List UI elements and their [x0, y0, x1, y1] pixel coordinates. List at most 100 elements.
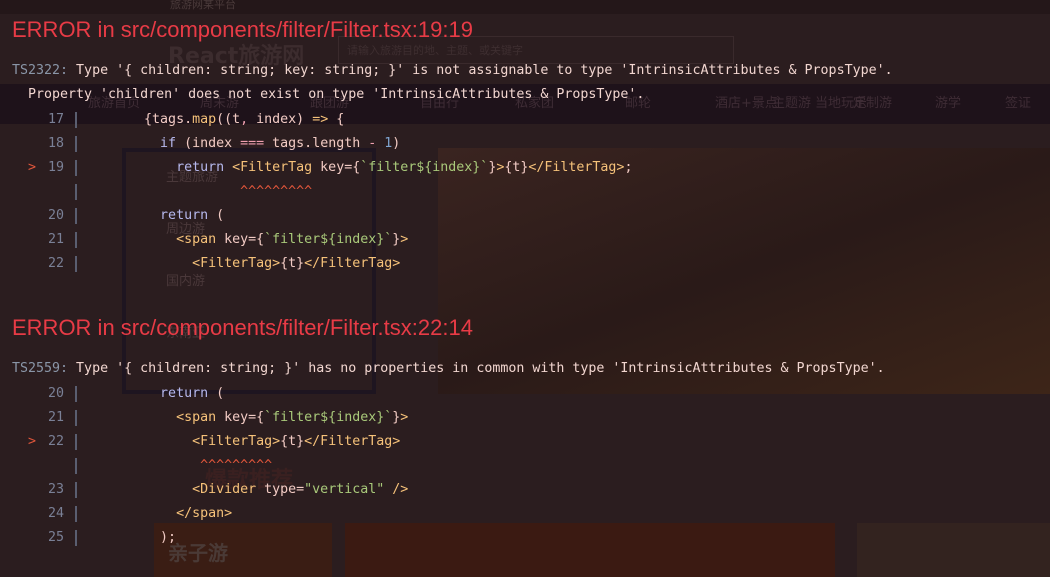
code-token: (	[208, 208, 225, 223]
line-number: 21	[47, 232, 64, 247]
code-text: if (index === tags.length - 1)	[80, 132, 400, 156]
code-text: <FilterTag>{t}</FilterTag>	[80, 252, 400, 276]
code-text: {tags.map((t, index) => {	[80, 108, 344, 132]
code-token: key={	[216, 232, 265, 247]
line-number: 21	[47, 410, 64, 425]
code-token: tags.length	[264, 136, 369, 151]
code-token: type=	[256, 482, 305, 497]
error-message: TS2559: Type '{ children: string; }' has…	[12, 361, 885, 376]
code-token: </FilterTag>	[528, 160, 625, 175]
code-text: <span key={`filter${index}`}>	[80, 228, 408, 252]
code-token: index)	[256, 112, 313, 127]
code-token: />	[384, 482, 409, 497]
code-token: <span	[80, 232, 217, 247]
code-token: "vertical"	[304, 482, 385, 497]
code-token: {t}	[280, 256, 305, 271]
gutter-divider	[75, 458, 77, 474]
code-token: {t}	[280, 434, 305, 449]
code-text: return (	[80, 204, 224, 228]
code-line: 21 <span key={`filter${index}`}>	[0, 228, 1050, 252]
line-number: 17	[47, 112, 64, 127]
gutter-divider	[75, 232, 77, 248]
gutter-divider	[75, 386, 77, 402]
gutter-divider	[75, 410, 77, 426]
line-number: 20	[47, 208, 64, 223]
code-token: )	[392, 136, 401, 151]
line-number: 19	[47, 160, 64, 175]
code-token: return	[80, 386, 209, 401]
code-token: return	[80, 208, 209, 223]
code-line: 22 <FilterTag>{t}</FilterTag>	[0, 252, 1050, 276]
code-token: ^^^^^^^^^	[80, 184, 313, 199]
code-token: <FilterTag>	[80, 434, 281, 449]
gutter-divider	[75, 530, 77, 546]
code-token: key={	[312, 160, 361, 175]
gutter-divider	[75, 112, 77, 128]
code-token: ,	[240, 112, 257, 127]
code-token: {tags.	[80, 112, 193, 127]
code-token: {t}	[504, 160, 529, 175]
code-token: ;	[624, 160, 633, 175]
line-number: 23	[47, 482, 64, 497]
code-token: 1	[376, 136, 393, 151]
code-token: </FilterTag>	[304, 256, 401, 271]
code-token: ===	[240, 136, 265, 151]
code-token: <Divider	[80, 482, 257, 497]
gutter-divider	[75, 434, 77, 450]
code-token: return	[80, 160, 225, 175]
code-line: 21 <span key={`filter${index}`}>	[0, 406, 1050, 430]
line-number: 25	[47, 530, 64, 545]
code-line: >19 return <FilterTag key={`filter${inde…	[0, 156, 1050, 180]
code-line: >22 <FilterTag>{t}</FilterTag>	[0, 430, 1050, 454]
code-token: `filter${index}`	[264, 410, 393, 425]
code-token: map	[192, 112, 217, 127]
code-token: <FilterTag	[224, 160, 313, 175]
code-token: key={	[216, 410, 265, 425]
error-code: TS2559:	[12, 361, 69, 376]
code-token: `filter${index}`	[360, 160, 489, 175]
code-token: <span	[80, 410, 217, 425]
code-token: ^^^^^^^^^	[80, 458, 273, 473]
error-text: Type '{ children: string; }' has no prop…	[68, 361, 885, 376]
code-token: >	[400, 232, 409, 247]
code-token: `filter${index}`	[264, 232, 393, 247]
error-title: ERROR in src/components/filter/Filter.ts…	[12, 315, 473, 340]
error-title: ERROR in src/components/filter/Filter.ts…	[12, 17, 473, 42]
code-token: =>	[312, 112, 329, 127]
code-line: 20 return (	[0, 382, 1050, 406]
gutter-divider	[75, 482, 77, 498]
code-line: 18 if (index === tags.length - 1)	[0, 132, 1050, 156]
gutter-divider	[75, 184, 77, 200]
gutter-divider	[75, 160, 77, 176]
error-text: Type '{ children: string; key: string; }…	[68, 63, 893, 78]
code-token: ((	[216, 112, 233, 127]
error-detail: Property 'children' does not exist on ty…	[28, 87, 645, 102]
code-token: {	[328, 112, 345, 127]
code-text: );	[80, 526, 176, 550]
code-text: return <FilterTag key={`filter${index}`}…	[80, 156, 632, 180]
code-token: (	[208, 386, 225, 401]
gutter-divider	[75, 256, 77, 272]
code-text: <span key={`filter${index}`}>	[80, 406, 408, 430]
code-token: </span>	[80, 506, 233, 521]
line-number: 18	[47, 136, 64, 151]
code-token: t	[232, 112, 241, 127]
error-code: TS2322:	[12, 63, 69, 78]
code-text: return (	[80, 382, 224, 406]
code-line: 23 <Divider type="vertical" />	[0, 478, 1050, 502]
code-text: <Divider type="vertical" />	[80, 478, 408, 502]
code-token: <FilterTag>	[80, 256, 281, 271]
error-message: TS2322: Type '{ children: string; key: s…	[12, 63, 893, 78]
code-line: 17 {tags.map((t, index) => {	[0, 108, 1050, 132]
gutter-divider	[75, 136, 77, 152]
error-overlay: ERROR in src/components/filter/Filter.ts…	[0, 0, 1050, 577]
code-token: </FilterTag>	[304, 434, 401, 449]
code-token: (index	[176, 136, 241, 151]
code-token: if	[80, 136, 177, 151]
line-number: 22	[47, 256, 64, 271]
code-line: 25 );	[0, 526, 1050, 550]
code-token: );	[80, 530, 177, 545]
line-number: 20	[47, 386, 64, 401]
code-text: <FilterTag>{t}</FilterTag>	[80, 430, 400, 454]
gutter-divider	[75, 208, 77, 224]
